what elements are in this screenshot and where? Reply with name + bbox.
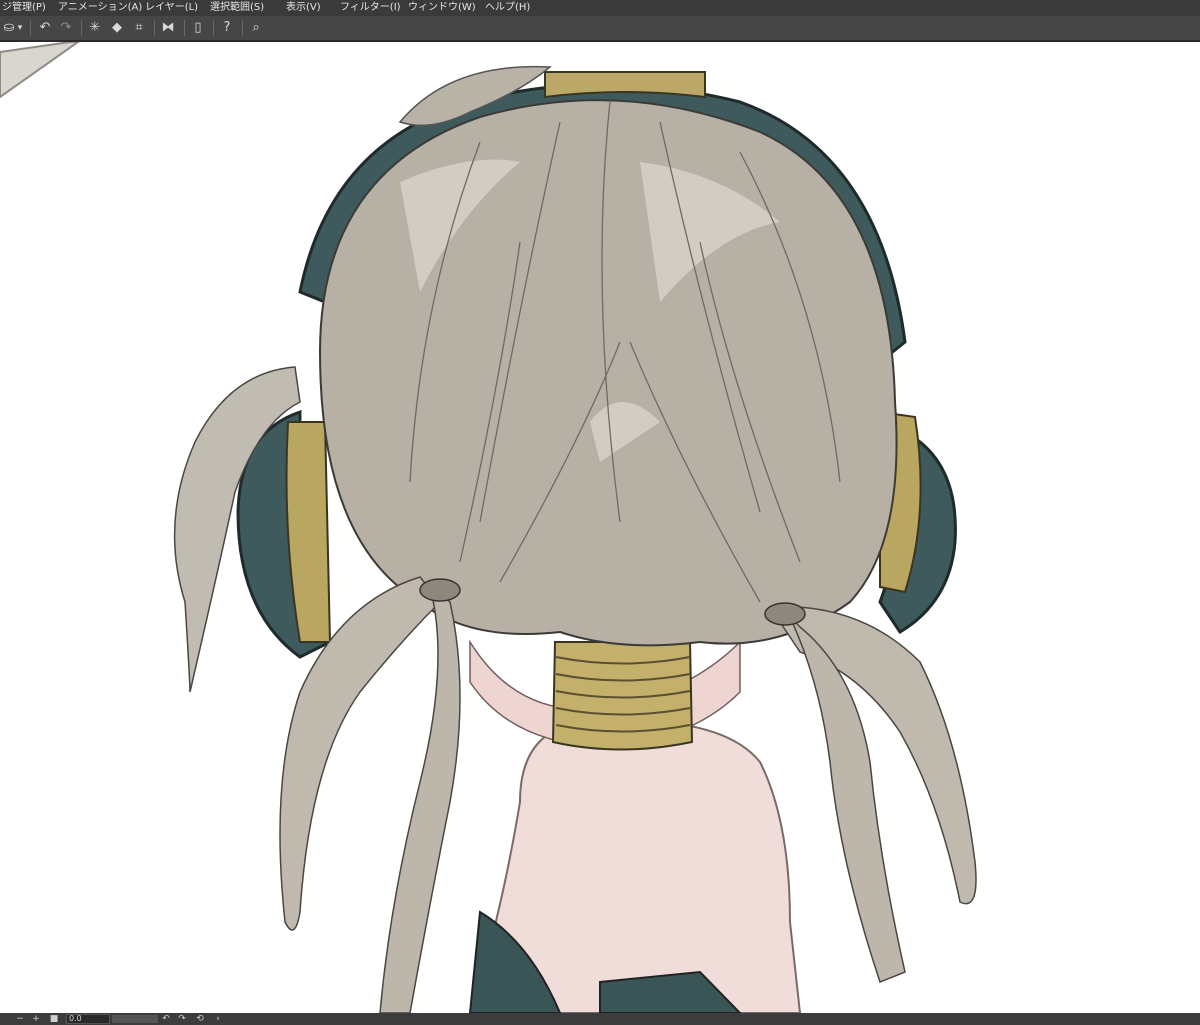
toolbar-separator: [184, 20, 185, 36]
hair-tie-right: [764, 602, 806, 626]
redo-icon[interactable]: ↷: [57, 19, 75, 37]
canvas-edge-stroke: [0, 42, 80, 99]
zoom-field[interactable]: 0.0: [66, 1014, 110, 1024]
rotate-right-button[interactable]: ↷: [176, 1013, 188, 1025]
deselect-icon[interactable]: ✳: [86, 19, 104, 37]
device-icon[interactable]: ▯: [189, 19, 207, 37]
search-icon[interactable]: ⌕: [247, 19, 265, 37]
reset-rotation-button[interactable]: ⟲: [194, 1013, 206, 1025]
rotate-left-button[interactable]: ↶: [160, 1013, 172, 1025]
flip-icon[interactable]: ⧓: [159, 19, 177, 37]
zoom-in-button[interactable]: +: [30, 1013, 42, 1025]
menu-window[interactable]: ウィンドウ(W): [406, 0, 478, 16]
prev-button[interactable]: ‹: [212, 1013, 224, 1025]
zoom-out-button[interactable]: −: [14, 1013, 26, 1025]
toolbar-separator: [242, 20, 243, 36]
chevron-down-icon[interactable]: ▾: [14, 19, 26, 37]
toolbar-separator: [213, 20, 214, 36]
toolbar-separator: [81, 20, 82, 36]
transform-icon[interactable]: ⌗: [130, 19, 148, 37]
menu-page-management[interactable]: ジ管理(P): [0, 0, 48, 16]
drawing-canvas[interactable]: [0, 42, 1200, 1013]
menu-filter[interactable]: フィルター(I): [338, 0, 403, 16]
toolbar-separator: [154, 20, 155, 36]
status-bar: − + ■ 0.0 ↶ ↷ ⟲ ‹: [0, 1013, 1200, 1025]
menu-bar: ジ管理(P) アニメーション(A) レイヤー(L) 選択範囲(S) 表示(V) …: [0, 0, 1200, 16]
menu-selection[interactable]: 選択範囲(S): [208, 0, 266, 16]
undo-icon[interactable]: ↶: [36, 19, 54, 37]
fit-button[interactable]: ■: [48, 1013, 60, 1025]
hair-tie-left: [419, 578, 461, 602]
menu-view[interactable]: 表示(V): [284, 0, 323, 16]
illustration: [0, 42, 977, 1013]
menu-layer[interactable]: レイヤー(L): [143, 0, 200, 16]
help-icon[interactable]: ?: [218, 19, 236, 37]
menu-help[interactable]: ヘルプ(H): [483, 0, 532, 16]
gold-collar: [551, 641, 694, 751]
command-bar: ⛀ ▾ ↶ ↷ ✳ ◆ ⌗ ⧓ ▯ ? ⌕: [0, 16, 1200, 42]
menu-animation[interactable]: アニメーション(A): [56, 0, 144, 16]
fill-icon[interactable]: ◆: [108, 19, 126, 37]
zoom-slider[interactable]: [112, 1015, 158, 1023]
toolbar-separator: [30, 20, 31, 36]
